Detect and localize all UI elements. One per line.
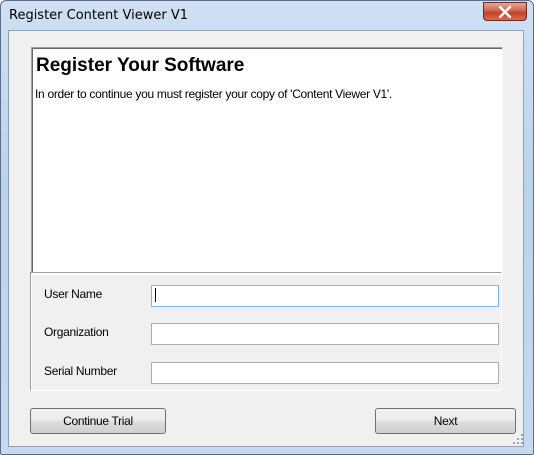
user-name-input[interactable] [151,285,499,307]
organization-label: Organization [44,325,109,339]
title-bar[interactable]: Register Content Viewer V1 [1,1,533,31]
info-panel-content: Register Your Software In order to conti… [30,46,516,246]
serial-number-label: Serial Number [44,364,117,378]
page-title: Register Your Software [36,55,245,76]
window-title: Register Content Viewer V1 [9,8,188,23]
close-button[interactable] [483,2,527,21]
continue-trial-button[interactable]: Continue Trial [30,408,166,434]
organization-input[interactable] [151,323,499,345]
resize-grip-icon[interactable] [512,433,524,445]
register-message: In order to continue you must register y… [35,87,392,101]
text-caret [155,288,156,302]
serial-number-input[interactable] [151,362,499,384]
next-button[interactable]: Next [375,408,516,434]
close-icon [498,5,512,18]
user-name-label: User Name [44,287,102,301]
